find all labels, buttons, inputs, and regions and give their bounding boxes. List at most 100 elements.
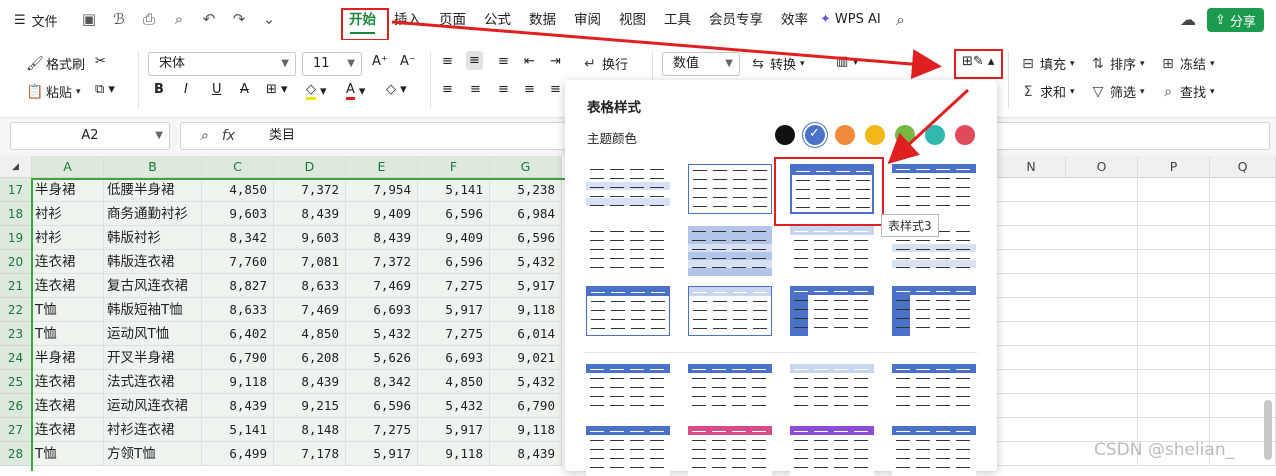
column-header[interactable]: N [997,156,1066,178]
align-right-icon[interactable]: ≡ [498,82,509,97]
row-header[interactable]: 20 [0,250,32,274]
table-cell[interactable] [1138,418,1210,442]
select-all-corner[interactable]: ◢ [0,156,32,178]
table-cell[interactable] [997,298,1069,322]
column-header[interactable]: P [1138,156,1210,178]
convert-button[interactable]: ⇆ 转换 ▾ [750,54,804,74]
table-style-option[interactable] [688,364,772,414]
column-header[interactable]: F [418,156,490,178]
table-cell[interactable] [1066,202,1138,226]
table-style-option[interactable] [586,164,670,214]
table-cell[interactable] [1066,346,1138,370]
table-cell[interactable] [1210,322,1276,346]
table-cell[interactable] [1210,346,1276,370]
sum-button[interactable]: Σ 求和 ▾ [1020,82,1075,102]
table-style-option[interactable] [688,286,772,336]
theme-color-swatch[interactable] [925,125,945,145]
zoom-icon[interactable]: ⌕ [200,128,208,144]
align-top-icon[interactable]: ≡ [442,54,453,69]
italic-icon[interactable]: I [184,82,188,97]
theme-color-swatch[interactable] [775,125,795,145]
table-style-option[interactable] [586,364,670,414]
theme-color-swatch[interactable] [835,125,855,145]
row-header[interactable]: 22 [0,298,32,322]
table-cell[interactable] [1138,226,1210,250]
border-icon[interactable]: ⊞ ▾ [266,82,288,97]
table-cell[interactable] [997,226,1069,250]
table-cell[interactable] [997,442,1069,466]
table-cell[interactable] [997,322,1069,346]
number-format-select[interactable]: 数值 ▼ [662,52,740,76]
table-cell[interactable] [1210,178,1276,202]
row-header[interactable]: 25 [0,370,32,394]
table-cell[interactable] [1138,274,1210,298]
table-cell[interactable] [1138,202,1210,226]
table-cell[interactable] [997,178,1069,202]
wrap-text-button[interactable]: ↵ 换行 [582,54,628,74]
underline-icon[interactable]: U [212,82,222,97]
tab-tools[interactable]: 工具 [655,0,700,40]
conditional-format-icon[interactable]: ▥ ▾ [836,54,859,69]
align-center-icon[interactable]: ≡ [470,82,481,97]
increase-font-icon[interactable]: A⁺ [372,54,388,69]
more-icon[interactable]: ⌄ [260,10,278,28]
theme-color-swatch[interactable] [955,125,975,145]
distribute-icon[interactable]: ≡ [550,82,561,97]
table-cell[interactable] [997,250,1069,274]
column-header[interactable]: Q [1210,156,1276,178]
column-header[interactable]: O [1066,156,1138,178]
fill-button[interactable]: ⊟ 填充 ▾ [1020,54,1074,74]
table-style-option[interactable] [790,286,874,336]
paste-button[interactable]: 📋 粘贴 ▾ [26,82,81,102]
table-cell[interactable] [1066,226,1138,250]
row-header[interactable]: 18 [0,202,32,226]
find-button[interactable]: ⌕ 查找 ▾ [1160,82,1214,102]
tab-insert[interactable]: 插入 [385,0,430,40]
decrease-font-icon[interactable]: A⁻ [400,54,416,69]
theme-color-swatch[interactable]: ✓ [805,125,825,145]
tab-review[interactable]: 审阅 [565,0,610,40]
column-header[interactable]: B [104,156,202,178]
search-icon[interactable]: ⌕ [896,10,905,30]
indent-icon[interactable]: ⇥ [550,54,561,69]
column-header[interactable]: D [274,156,346,178]
table-style-option[interactable] [892,164,976,214]
tab-efficiency[interactable]: 效率 [772,0,817,40]
table-cell[interactable] [1066,418,1138,442]
table-cell[interactable] [1066,298,1138,322]
row-header[interactable]: 27 [0,418,32,442]
share-button[interactable]: ⇪ 分享 [1207,8,1264,32]
column-header[interactable]: A [32,156,104,178]
cut-icon[interactable]: ✂ [95,54,106,69]
tab-formula[interactable]: 公式 [475,0,520,40]
table-cell[interactable] [1066,250,1138,274]
column-header[interactable]: G [490,156,562,178]
table-style-option[interactable] [790,364,874,414]
table-cell[interactable] [997,418,1069,442]
align-left-icon[interactable]: ≡ [442,82,453,97]
table-style-option[interactable] [688,164,772,214]
fx-icon[interactable]: fx [222,128,235,144]
font-name-select[interactable]: 宋体 ▼ [148,52,296,76]
table-cell[interactable] [997,202,1069,226]
freeze-button[interactable]: ⊞ 冻结 ▾ [1160,54,1214,74]
table-cell[interactable] [1066,370,1138,394]
strikethrough-icon[interactable]: A [240,82,249,97]
table-cell[interactable] [1210,250,1276,274]
print-preview-icon[interactable]: ⌕ [170,10,188,28]
table-cell[interactable] [1066,178,1138,202]
table-style-option[interactable] [892,364,976,414]
table-cell[interactable] [997,394,1069,418]
table-style-option[interactable] [790,426,874,476]
table-cell[interactable] [1066,322,1138,346]
align-middle-icon[interactable]: ≡ [466,51,483,70]
table-cell[interactable] [1210,274,1276,298]
table-style-option[interactable] [586,286,670,336]
theme-color-swatch[interactable] [865,125,885,145]
table-cell[interactable] [1138,322,1210,346]
tab-data[interactable]: 数据 [520,0,565,40]
save-icon[interactable]: ▣ [80,10,98,28]
filter-button[interactable]: ▽ 筛选 ▾ [1090,82,1145,102]
table-style-option[interactable] [892,286,976,336]
row-header[interactable]: 21 [0,274,32,298]
